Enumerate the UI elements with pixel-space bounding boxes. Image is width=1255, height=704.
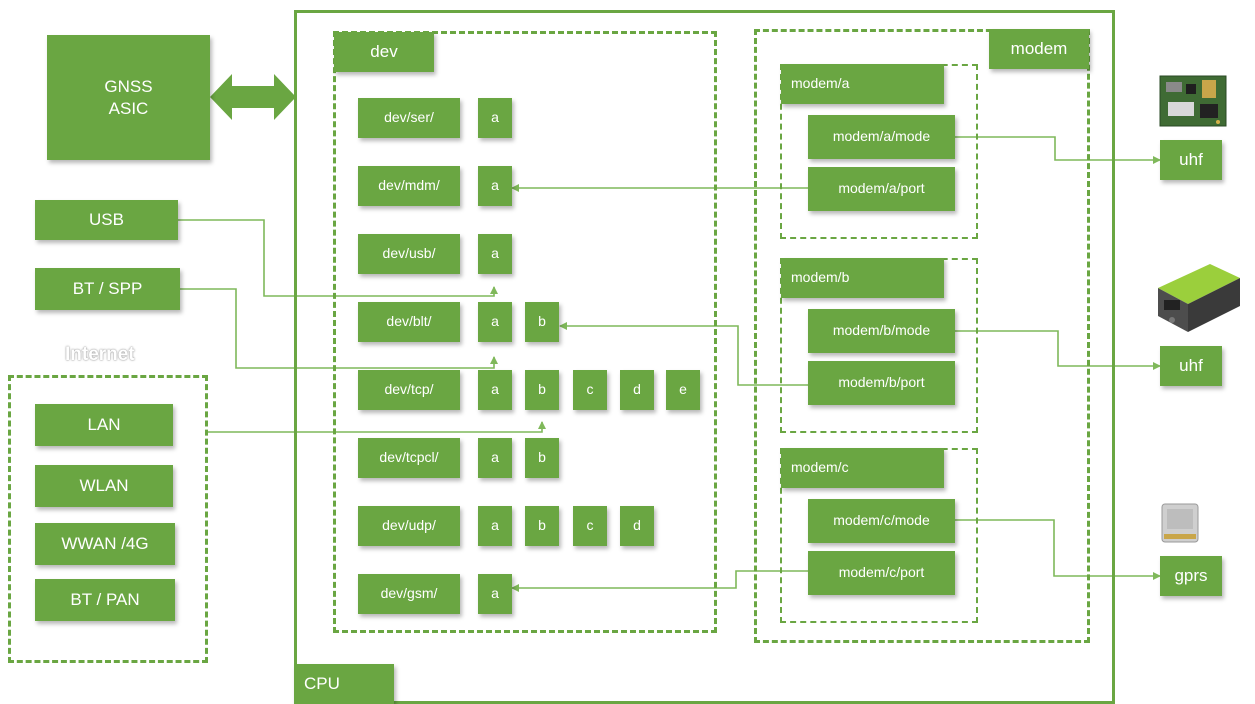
- modem-subgroup-title: modem/b: [781, 258, 944, 298]
- diagram-stage: CPU GNSS ASIC USB BT / SPP Internet LAN W…: [0, 0, 1255, 704]
- cpu-label: CPU: [294, 664, 394, 704]
- dev-port: b: [525, 438, 559, 478]
- gnss-asic-block: GNSS ASIC: [47, 35, 210, 160]
- dev-row-label: dev/ser/: [358, 98, 460, 138]
- bt-spp-interface: BT / SPP: [35, 268, 180, 310]
- dev-row-label: dev/mdm/: [358, 166, 460, 206]
- dev-port: b: [525, 302, 559, 342]
- dev-row-label: dev/gsm/: [358, 574, 460, 614]
- radio-label: uhf: [1160, 140, 1222, 180]
- modem-mode-box: modem/c/mode: [808, 499, 955, 543]
- dev-port: a: [478, 370, 512, 410]
- dev-port: b: [525, 370, 559, 410]
- gnss-cpu-double-arrow-icon: [210, 74, 296, 120]
- dev-row-label: dev/blt/: [358, 302, 460, 342]
- gsm-module-icon: [1161, 503, 1199, 543]
- radio-label: uhf: [1160, 346, 1222, 386]
- modem-subgroup-title: modem/c: [781, 448, 944, 488]
- dev-title: dev: [334, 32, 434, 72]
- dev-port: d: [620, 506, 654, 546]
- dev-port: b: [525, 506, 559, 546]
- modem-title: modem: [989, 29, 1089, 69]
- radio-board-icon: [1159, 75, 1227, 127]
- dev-row-label: dev/udp/: [358, 506, 460, 546]
- dev-port: a: [478, 438, 512, 478]
- modem-mode-box: modem/b/mode: [808, 309, 955, 353]
- dev-row-label: dev/tcpcl/: [358, 438, 460, 478]
- internet-label: Internet: [65, 344, 135, 365]
- dev-port: d: [620, 370, 654, 410]
- modem-subgroup-title: modem/a: [781, 64, 944, 104]
- dev-port: a: [478, 98, 512, 138]
- dev-row-label: dev/usb/: [358, 234, 460, 274]
- internet-item: BT / PAN: [35, 579, 175, 621]
- internet-item: WWAN /4G: [35, 523, 175, 565]
- dev-port: c: [573, 370, 607, 410]
- dev-port: a: [478, 302, 512, 342]
- dev-port: e: [666, 370, 700, 410]
- dev-port: a: [478, 234, 512, 274]
- dev-port: a: [478, 166, 512, 206]
- dev-port: c: [573, 506, 607, 546]
- dev-row-label: dev/tcp/: [358, 370, 460, 410]
- modem-port-box: modem/b/port: [808, 361, 955, 405]
- dev-port: a: [478, 506, 512, 546]
- modem-port-box: modem/a/port: [808, 167, 955, 211]
- internet-item: LAN: [35, 404, 173, 446]
- radio-label: gprs: [1160, 556, 1222, 596]
- usb-interface: USB: [35, 200, 178, 240]
- dev-port: a: [478, 574, 512, 614]
- internet-item: WLAN: [35, 465, 173, 507]
- modem-mode-box: modem/a/mode: [808, 115, 955, 159]
- modem-port-box: modem/c/port: [808, 551, 955, 595]
- radio-module-icon: [1158, 264, 1240, 332]
